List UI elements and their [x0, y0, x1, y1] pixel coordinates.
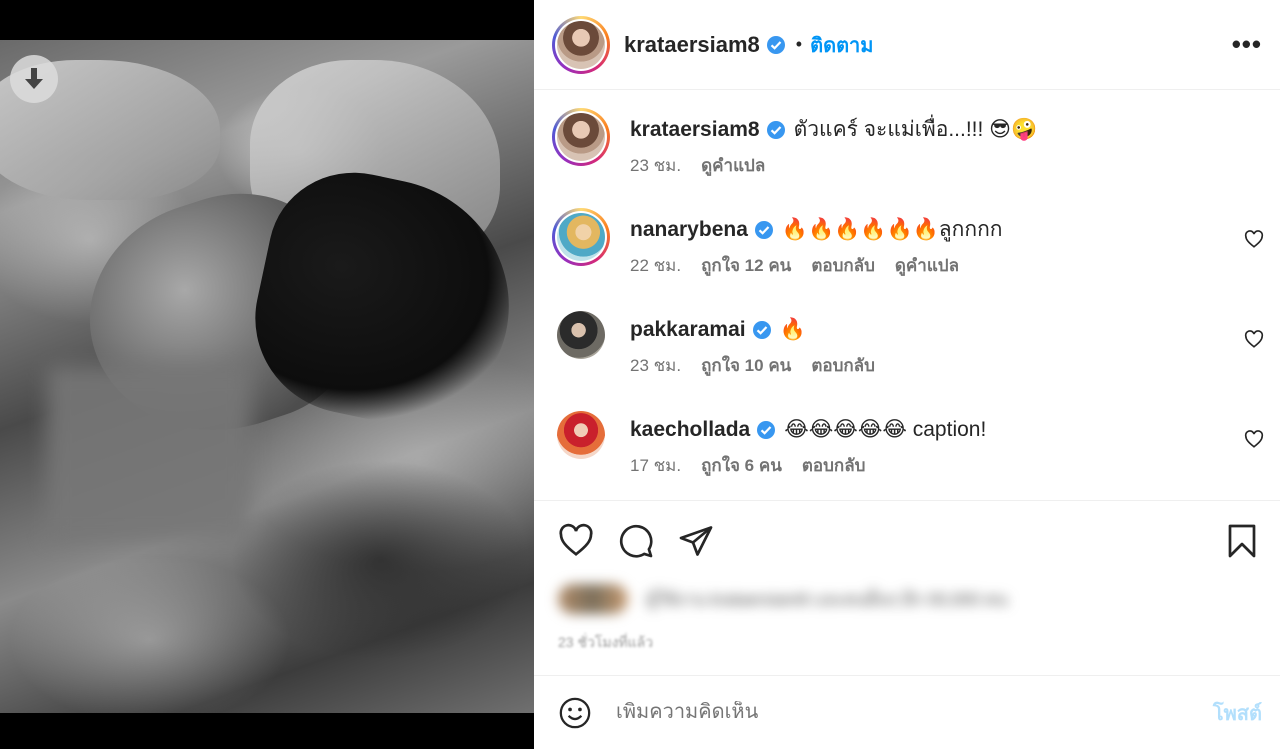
avatar[interactable] — [557, 311, 605, 359]
liker-avatars — [558, 584, 628, 614]
reply-link[interactable]: ตอบกลับ — [811, 352, 875, 379]
heart-icon[interactable] — [1244, 430, 1264, 448]
post-comment-button[interactable]: โพสต์ — [1213, 697, 1262, 729]
reply-link[interactable]: ตอบกลับ — [811, 252, 875, 279]
likes-summary[interactable]: ผู้ใช้งาน krataersiam8 และคนอื่นๆ อีก 00… — [558, 584, 1128, 620]
comment-username[interactable]: nanarybena — [630, 216, 748, 244]
share-icon[interactable] — [678, 523, 714, 559]
translate-link[interactable]: ดูคำแปล — [701, 152, 765, 179]
sheet-shadow — [230, 460, 530, 660]
header-separator: • — [795, 34, 803, 54]
download-icon — [25, 68, 43, 89]
comment-item: pakkaramai 🔥 23 ชม. ถูกใจ 10 คน ตอบกลับ — [552, 308, 1264, 379]
avatar-story-ring[interactable] — [552, 108, 610, 166]
comment-input[interactable] — [616, 701, 1213, 724]
comment-time: 23 ชม. — [630, 356, 682, 375]
comment-time: 23 ชม. — [630, 156, 682, 175]
verified-icon — [766, 35, 785, 54]
comment-username[interactable]: pakkaramai — [630, 316, 746, 344]
avatar-story-ring[interactable] — [552, 208, 610, 266]
verified-icon — [766, 121, 785, 139]
heart-icon[interactable] — [558, 523, 594, 557]
instagram-post-view: krataersiam8 • ติดตาม ••• krataersiam8 ต… — [0, 0, 1280, 749]
post-action-bar — [534, 501, 1280, 581]
avatar — [557, 20, 605, 69]
comment-icon[interactable] — [618, 523, 654, 559]
header-username[interactable]: krataersiam8 — [624, 32, 760, 58]
comment-text: 🔥🔥🔥🔥🔥🔥ลูกกกก — [781, 218, 1003, 241]
reply-link[interactable]: ตอบกลับ — [802, 452, 866, 479]
avatar — [557, 113, 605, 161]
verified-icon — [757, 421, 776, 439]
comment-time: 17 ชม. — [630, 456, 682, 475]
post-header: krataersiam8 • ติดตาม ••• — [534, 0, 1280, 90]
avatar-story-ring[interactable] — [552, 15, 610, 74]
post-timestamp: 23 ชั่วโมงที่แล้ว — [558, 634, 654, 650]
caption-comment: krataersiam8 ตัวแคร์ จะแม่เพื่อ...!!! 😎🤪… — [552, 108, 1264, 179]
avatar[interactable] — [557, 411, 605, 459]
post-side-panel: krataersiam8 • ติดตาม ••• krataersiam8 ต… — [534, 0, 1280, 749]
comment-text: ตัวแคร์ จะแม่เพื่อ...!!! 😎🤪 — [793, 118, 1038, 141]
comment-text: 😂😂😂😂😂 caption! — [784, 418, 987, 441]
bookmark-icon[interactable] — [1226, 523, 1258, 559]
add-comment-bar: โพสต์ — [534, 675, 1280, 749]
heart-icon[interactable] — [1244, 330, 1264, 348]
comment-time: 22 ชม. — [630, 256, 682, 275]
avatar — [557, 213, 605, 261]
download-button[interactable] — [10, 55, 58, 103]
media-pane — [0, 0, 534, 749]
translate-link[interactable]: ดูคำแปล — [895, 252, 959, 279]
comment-item: kaechollada 😂😂😂😂😂 caption! 17 ชม. ถูกใจ … — [552, 408, 1264, 479]
comment-item: nanarybena 🔥🔥🔥🔥🔥🔥ลูกกกก 22 ชม. ถูกใจ 12 … — [552, 208, 1264, 279]
likes-count-link[interactable]: ถูกใจ 12 คน — [701, 252, 791, 279]
censor-blur — [47, 366, 250, 541]
comment-username[interactable]: krataersiam8 — [630, 116, 760, 144]
more-options-icon[interactable]: ••• — [1232, 29, 1262, 60]
verified-icon — [754, 221, 773, 239]
likes-count-link[interactable]: ถูกใจ 6 คน — [701, 452, 782, 479]
comments-list: krataersiam8 ตัวแคร์ จะแม่เพื่อ...!!! 😎🤪… — [534, 90, 1280, 501]
comment-username[interactable]: kaechollada — [630, 416, 750, 444]
emoji-icon[interactable] — [558, 696, 592, 730]
heart-icon[interactable] — [1244, 230, 1264, 248]
likes-summary-text: ผู้ใช้งาน krataersiam8 และคนอื่นๆ อีก 00… — [646, 589, 1008, 609]
post-photo[interactable] — [0, 40, 534, 713]
comment-text: 🔥 — [779, 318, 806, 341]
verified-icon — [752, 321, 771, 339]
follow-button[interactable]: ติดตาม — [810, 29, 873, 61]
likes-count-link[interactable]: ถูกใจ 10 คน — [701, 352, 791, 379]
